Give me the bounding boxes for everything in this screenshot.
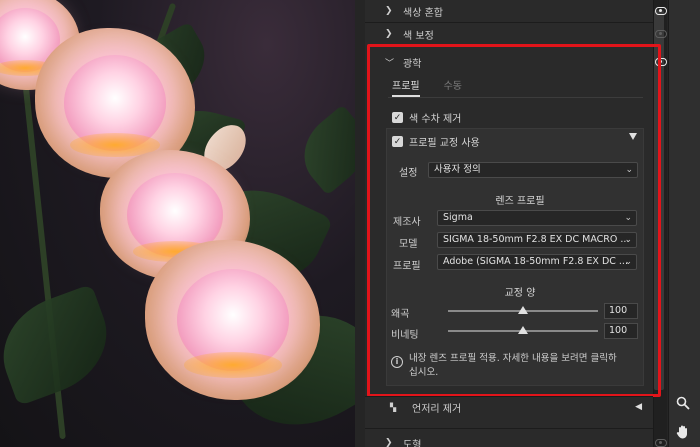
info-line-2: 십시오. <box>409 367 439 378</box>
eye-icon[interactable] <box>649 29 667 40</box>
chevron-down-icon: ⌄ <box>625 165 633 175</box>
amount-heading: 교정 양 <box>504 288 536 299</box>
profile-label: 프로필 <box>393 261 421 272</box>
info-icon: i <box>391 356 403 368</box>
remove-ca-checkbox[interactable]: ✓ <box>392 112 403 123</box>
model-select[interactable]: SIGMA 18-50mm F2.8 EX DC MACRO ... ⌄ <box>437 232 637 248</box>
setup-label: 설정 <box>399 168 418 179</box>
make-label: 제조사 <box>393 217 421 228</box>
section-color-mixer[interactable]: ❯ 색상 혼합 <box>385 0 667 22</box>
distortion-label: 왜곡 <box>391 309 410 320</box>
distortion-slider-thumb[interactable] <box>518 306 528 314</box>
section-title: 도형 <box>403 439 422 447</box>
leaf <box>288 104 355 196</box>
section-title: 색 보정 <box>403 30 434 42</box>
optics-tabs: 프로필 수동 <box>392 77 642 97</box>
make-select[interactable]: Sigma ⌄ <box>437 210 637 226</box>
collapse-triangle-icon[interactable] <box>629 133 637 140</box>
chevron-down-icon: ⌄ <box>624 257 632 267</box>
section-defringe[interactable]: ▚ 언저리 제거 ◀ <box>390 396 642 418</box>
remove-ca-label: 색 수차 제거 <box>409 114 462 125</box>
make-select-value: Sigma <box>443 212 473 223</box>
profile-select[interactable]: Adobe (SIGMA 18-50mm F2.8 EX DC ... ⌄ <box>437 254 637 270</box>
eye-icon[interactable] <box>649 6 667 17</box>
model-label: 모델 <box>399 239 418 250</box>
enable-profile-label: 프로필 교정 사용 <box>409 138 480 149</box>
chevron-down-icon: ⌄ <box>624 213 632 223</box>
chevron-right-icon: ❯ <box>385 6 393 16</box>
section-optics-header[interactable]: ﹀ 광학 <box>385 51 667 73</box>
chevron-right-icon: ❯ <box>385 438 393 447</box>
info-message[interactable]: 내장 렌즈 프로필 적용. 자세한 내용을 보려면 클릭하 십시오. <box>409 352 639 380</box>
zoom-tool-icon[interactable] <box>672 392 694 414</box>
setup-select-value: 사용자 정의 <box>434 164 481 175</box>
chevron-down-icon: ﹀ <box>385 58 395 69</box>
section-color-grading[interactable]: ❯ 색 보정 <box>385 23 667 45</box>
eye-icon[interactable] <box>649 57 667 68</box>
vignetting-slider-thumb[interactable] <box>518 326 528 334</box>
rose <box>145 240 320 400</box>
enable-profile-row[interactable]: ✓ 프로필 교정 사용 <box>392 134 480 149</box>
tab-profile[interactable]: 프로필 <box>392 77 420 97</box>
defringe-icon: ▚ <box>390 402 397 412</box>
tool-strip <box>668 0 700 447</box>
profile-select-value: Adobe (SIGMA 18-50mm F2.8 EX DC ... <box>443 256 628 267</box>
chevron-down-icon: ⌄ <box>624 235 632 245</box>
section-title: 광학 <box>403 58 422 70</box>
hand-tool-icon[interactable] <box>672 420 694 442</box>
vignetting-value-field[interactable]: 100 <box>604 323 638 339</box>
tab-manual[interactable]: 수동 <box>444 77 462 97</box>
tabs-divider <box>388 97 643 98</box>
lens-profile-heading: 렌즈 프로필 <box>495 196 545 207</box>
section-title: 색상 혼합 <box>403 7 443 19</box>
section-title: 언저리 제거 <box>412 403 462 415</box>
setup-select[interactable]: 사용자 정의 ⌄ <box>428 162 638 178</box>
photo-canvas[interactable] <box>0 0 355 447</box>
triangle-left-icon[interactable]: ◀ <box>635 402 642 412</box>
model-select-value: SIGMA 18-50mm F2.8 EX DC MACRO ... <box>443 234 630 245</box>
section-geometry[interactable]: ❯ 도형 <box>385 432 667 447</box>
info-line-1: 내장 렌즈 프로필 적용. 자세한 내용을 보려면 클릭하 <box>409 353 617 364</box>
vignetting-label: 비네팅 <box>391 330 419 341</box>
distortion-value-field[interactable]: 100 <box>604 303 638 319</box>
chevron-right-icon: ❯ <box>385 29 393 39</box>
remove-ca-row[interactable]: ✓ 색 수차 제거 <box>392 110 461 125</box>
leaf <box>0 283 123 407</box>
eye-icon[interactable] <box>649 438 667 447</box>
enable-profile-checkbox[interactable]: ✓ <box>392 136 403 147</box>
